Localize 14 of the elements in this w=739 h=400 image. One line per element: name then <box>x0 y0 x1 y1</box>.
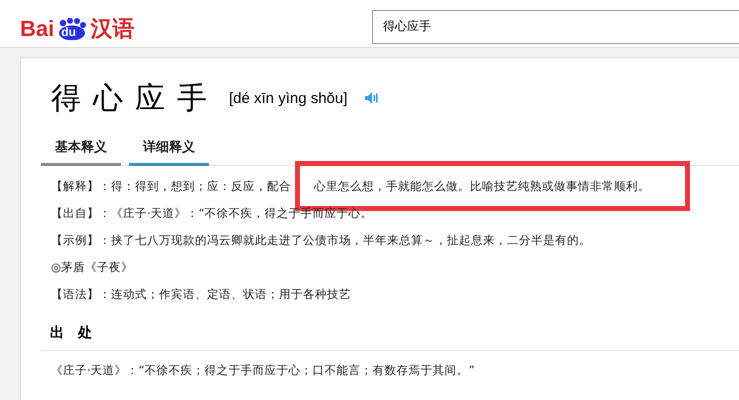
definition-line: ◎茅盾《子夜》 <box>51 259 134 276</box>
definition-line: 【解释】：得：得到，想到；应：反应，配合 <box>51 178 291 195</box>
search-field[interactable]: 得心应手 <box>372 10 739 44</box>
definition-line: 【示例】：挟了七八万现款的冯云卿就此走进了公债市场，半年来总算～，扯起息来，二分半是有的。 <box>51 232 591 249</box>
speaker-icon[interactable] <box>365 92 378 104</box>
tab[interactable]: 基本释义 <box>41 134 121 166</box>
section-title: 出 处 <box>41 324 739 351</box>
definition-line: 【语法】：连动式；作宾语、定语、状语；用于各种技艺 <box>51 286 351 303</box>
baidu-hanyu-logo[interactable]: Bai du 汉语 <box>20 12 134 40</box>
source-quote: 《庄子·天道》：“不徐不疾；得之于手而应于心；口不能言；有数存焉于其间。” <box>50 363 476 378</box>
pinyin: [dé xīn yìng shǒu] <box>229 90 348 106</box>
headword: 得心应手 <box>50 80 219 118</box>
tab[interactable]: 详细释义 <box>129 134 209 166</box>
definition-text: 心里怎么想，手就能怎么做。比喻技艺纯熟或做事情非常顺利。 <box>314 178 650 194</box>
